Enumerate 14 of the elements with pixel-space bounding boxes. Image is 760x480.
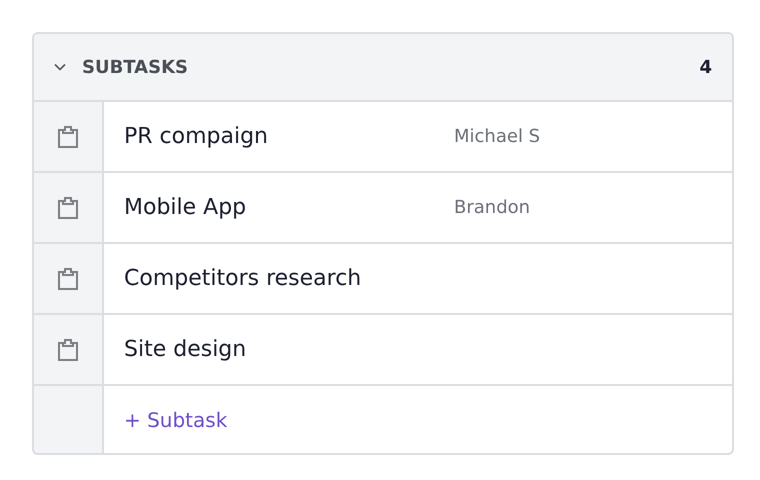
subtask-name[interactable]: Site design bbox=[124, 337, 454, 362]
subtask-name[interactable]: PR compaign bbox=[124, 124, 454, 149]
clipboard-icon bbox=[57, 196, 79, 220]
add-subtask-link[interactable]: + Subtask bbox=[124, 408, 228, 432]
subtask-count: 4 bbox=[699, 56, 712, 78]
subtask-name[interactable]: Mobile App bbox=[124, 195, 454, 220]
clipboard-icon bbox=[57, 124, 79, 148]
subtask-name[interactable]: Competitors research bbox=[124, 266, 454, 291]
chevron-icon[interactable] bbox=[54, 63, 66, 71]
clipboard-icon bbox=[57, 266, 79, 290]
assignee-name: Brandon bbox=[454, 197, 530, 218]
assignee-name: Michael S bbox=[454, 126, 540, 147]
clipboard-icon bbox=[57, 338, 79, 362]
panel-title: SUBTASKS bbox=[82, 56, 189, 78]
